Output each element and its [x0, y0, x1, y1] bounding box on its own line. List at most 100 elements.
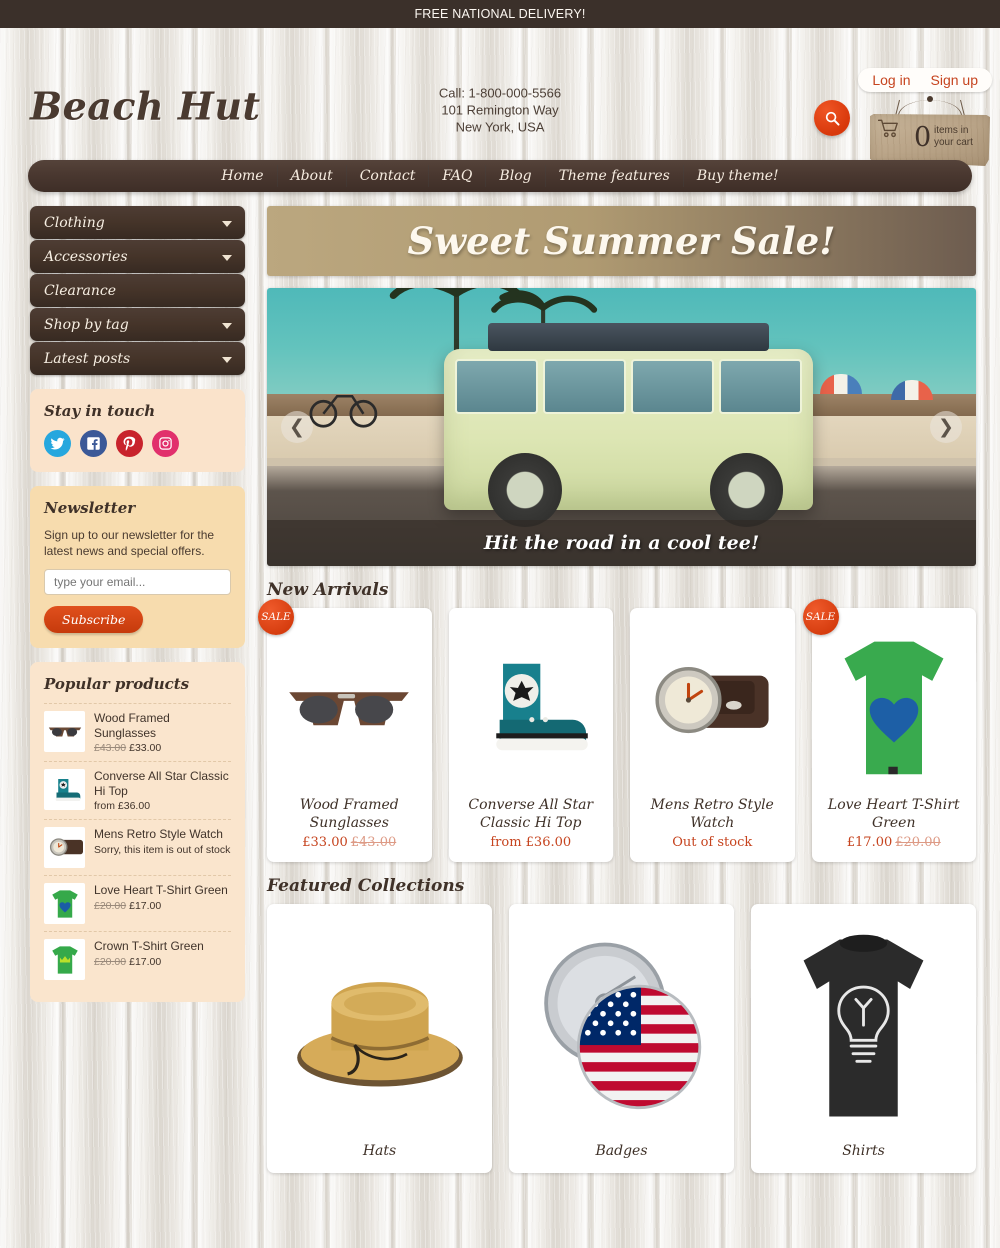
product-price: £20.00 £17.00	[94, 956, 231, 968]
signup-link[interactable]: Sign up	[931, 72, 978, 88]
product-card-love-heart-tshirt[interactable]: SALE Love Heart T-Shirt Green £17.00 £20.…	[802, 599, 976, 862]
sidebar-item-latest-posts[interactable]: Latest posts	[30, 342, 245, 375]
newsletter-title: Newsletter	[44, 499, 136, 517]
current-price: £33.00	[129, 742, 162, 754]
list-item[interactable]: Crown T-Shirt Green £20.00 £17.00	[44, 931, 231, 987]
sneaker-icon	[496, 663, 588, 751]
phone-number: Call: 1-800-000-5566	[438, 85, 562, 101]
tshirt-crown-icon	[51, 945, 78, 974]
product-image	[457, 618, 606, 796]
collection-card-badges[interactable]: Badges	[509, 904, 734, 1173]
old-price: £20.00	[895, 835, 941, 850]
product-info: Converse All Star Classic Hi Top from £3…	[94, 769, 231, 812]
collection-card-shirts[interactable]: Shirts	[751, 904, 976, 1173]
watch-icon	[49, 837, 83, 856]
address-line-1: 101 Remington Way	[441, 102, 559, 118]
cart-widget[interactable]: 0 items in your cart	[870, 96, 990, 166]
nav-item-buy-theme[interactable]: Buy theme!	[684, 165, 792, 187]
nav-item-blog[interactable]: Blog	[486, 165, 546, 187]
product-status: Out of stock	[672, 835, 753, 850]
product-name: Wood Framed Sunglasses	[299, 797, 399, 831]
shopping-cart-icon	[878, 119, 898, 138]
product-name: Wood Framed Sunglasses	[94, 711, 170, 740]
product-thumbnail	[44, 769, 85, 810]
product-info: Mens Retro Style Watch Sorry, this item …	[94, 827, 231, 856]
hero-carousel[interactable]: ❮ ❯ Hit the road in a cool tee!	[267, 288, 976, 566]
current-price: from £36.00	[490, 835, 572, 850]
nav-item-home[interactable]: Home	[208, 165, 278, 187]
contact-info: Call: 1-800-000-5566 101 Remington Way N…	[0, 85, 1000, 136]
product-name: Converse All Star Classic Hi Top	[94, 769, 229, 798]
sidebar-item-label: Latest posts	[44, 350, 131, 367]
product-thumbnail	[44, 711, 85, 752]
product-price: from £36.00	[94, 800, 231, 812]
collection-image	[761, 920, 966, 1135]
carousel-prev-button[interactable]: ❮	[281, 411, 313, 443]
chevron-down-icon	[222, 356, 232, 363]
carousel-next-button[interactable]: ❯	[930, 411, 962, 443]
cart-label: items in your cart	[934, 125, 973, 148]
list-item[interactable]: Mens Retro Style Watch Sorry, this item …	[44, 819, 231, 875]
login-link[interactable]: Log in	[872, 72, 910, 88]
main-navigation: Home About Contact FAQ Blog Theme featur…	[28, 160, 972, 192]
old-price: £43.00	[94, 742, 127, 754]
straw-hat-icon	[296, 981, 463, 1086]
sneaker-icon	[55, 778, 80, 801]
list-item[interactable]: Love Heart T-Shirt Green £20.00 £17.00	[44, 875, 231, 931]
tshirt-bulb-icon	[803, 934, 924, 1117]
collection-card-hats[interactable]: Hats	[267, 904, 492, 1173]
product-status: Sorry, this item is out of stock	[94, 843, 231, 856]
product-card-watch[interactable]: Mens Retro Style Watch Out of stock	[630, 608, 795, 862]
newsletter-email-input[interactable]	[44, 569, 231, 595]
nav-item-faq[interactable]: FAQ	[429, 165, 487, 187]
sale-banner[interactable]: Sweet Summer Sale!	[267, 206, 976, 276]
collection-label: Shirts	[842, 1143, 885, 1159]
van-wheel	[709, 452, 784, 527]
nav-item-about[interactable]: About	[278, 165, 347, 187]
product-price: from £36.00	[457, 835, 606, 850]
popular-products-title: Popular products	[44, 675, 190, 693]
product-price: £33.00 £43.00	[275, 835, 424, 850]
list-item[interactable]: Converse All Star Classic Hi Top from £3…	[44, 761, 231, 819]
sidebar-item-clearance[interactable]: Clearance	[30, 274, 245, 307]
newsletter-description: Sign up to our newsletter for the latest…	[44, 528, 215, 558]
search-button[interactable]	[814, 100, 850, 136]
twitter-link[interactable]	[44, 430, 71, 457]
status-badge: SALE	[258, 599, 294, 635]
facebook-link[interactable]	[80, 430, 107, 457]
facebook-icon	[87, 437, 100, 450]
sunglasses-icon	[289, 692, 410, 726]
sidebar-item-accessories[interactable]: Accessories	[30, 240, 245, 273]
nav-item-theme-features[interactable]: Theme features	[546, 165, 684, 187]
sidebar-item-label: Accessories	[44, 248, 128, 265]
cart-label-line-2: your cart	[934, 136, 973, 148]
sidebar-item-clothing[interactable]: Clothing	[30, 206, 245, 239]
instagram-link[interactable]	[152, 430, 179, 457]
product-name: Mens Retro Style Watch	[94, 827, 223, 841]
subscribe-button[interactable]: Subscribe	[44, 606, 144, 633]
product-info: Crown T-Shirt Green £20.00 £17.00	[94, 939, 231, 968]
product-name: Converse All Star Classic Hi Top	[468, 797, 594, 831]
collection-label: Hats	[362, 1143, 397, 1159]
instagram-icon	[159, 437, 172, 450]
product-info: Wood Framed Sunglasses £43.00 £33.00	[94, 711, 231, 754]
social-panel-title: Stay in touch	[44, 402, 156, 420]
list-item[interactable]: Wood Framed Sunglasses £43.00 £33.00	[44, 703, 231, 761]
new-arrivals-title: New Arrivals	[267, 580, 389, 600]
van-wheel	[488, 452, 563, 527]
pinterest-link[interactable]	[116, 430, 143, 457]
product-card-sunglasses[interactable]: SALE Wood Framed Sunglasses £33.00 £43.00	[258, 599, 432, 862]
hanging-string	[898, 100, 962, 116]
product-thumbnail	[44, 939, 85, 980]
nav-item-contact[interactable]: Contact	[347, 165, 430, 187]
product-name: Crown T-Shirt Green	[94, 939, 204, 953]
product-card-converse[interactable]: Converse All Star Classic Hi Top from £3…	[448, 608, 613, 862]
collection-label: Badges	[595, 1143, 648, 1159]
social-panel: Stay in touch	[30, 389, 245, 472]
product-name: Love Heart T-Shirt Green	[94, 883, 228, 897]
nail-icon	[927, 96, 933, 102]
cart-label-line-1: items in	[934, 125, 969, 136]
current-price: £17.00	[129, 955, 162, 968]
featured-collections-title: Featured Collections	[267, 876, 465, 896]
sidebar-item-shop-by-tag[interactable]: Shop by tag	[30, 308, 245, 341]
